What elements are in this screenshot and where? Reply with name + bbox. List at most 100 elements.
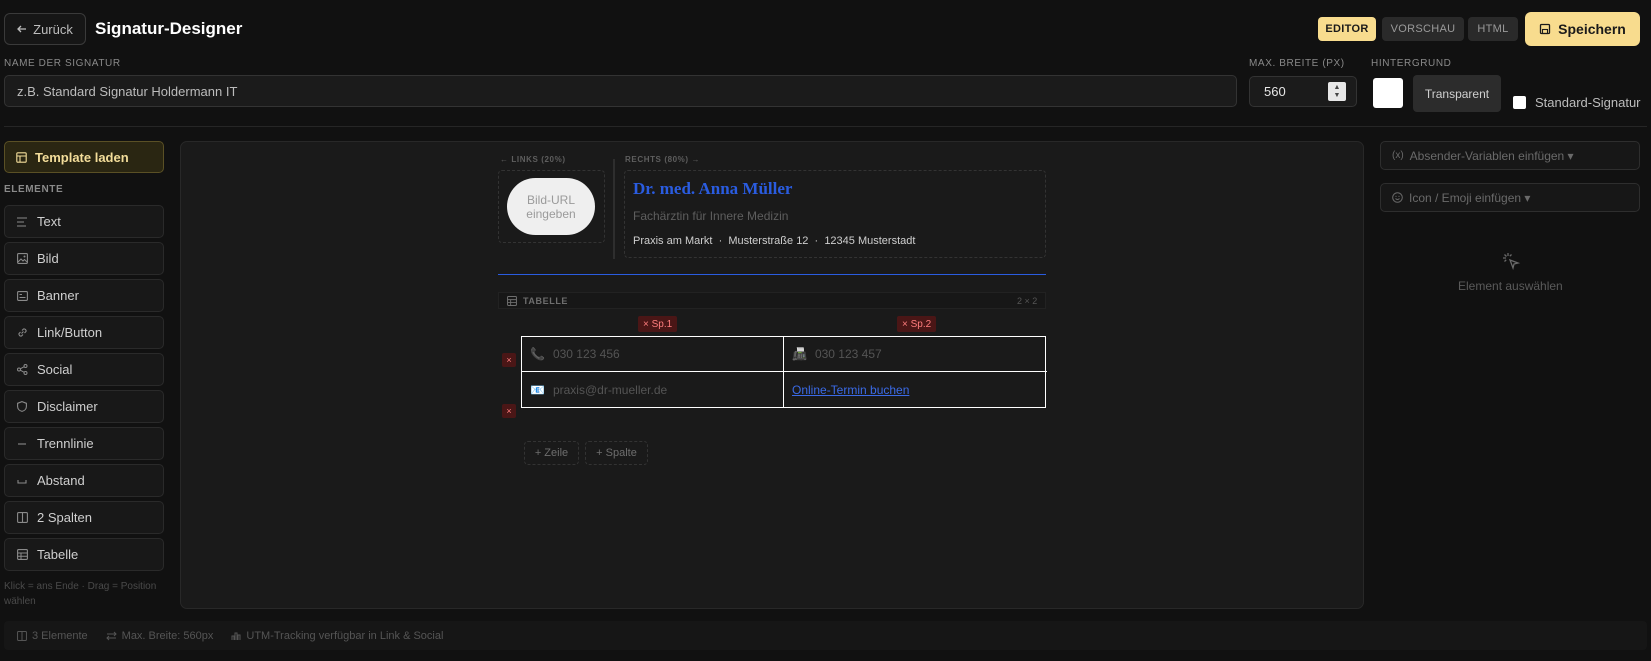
- load-template-label: Template laden: [35, 149, 129, 165]
- element-label: Text: [37, 214, 61, 229]
- arrow-left-icon: [17, 24, 27, 34]
- cursor-click-icon: [1501, 251, 1521, 271]
- element-table[interactable]: Tabelle: [4, 538, 164, 571]
- save-button[interactable]: Speichern: [1525, 12, 1640, 46]
- page-title: Signatur-Designer: [95, 19, 243, 38]
- table-cell[interactable]: Online-Termin buchen: [784, 372, 1047, 407]
- element-label: Social: [37, 362, 73, 377]
- table-block-header[interactable]: TABELLE: [498, 292, 1046, 309]
- tab-preview[interactable]: VORSCHAU: [1382, 17, 1464, 41]
- signature-name[interactable]: Dr. med. Anna Müller: [633, 179, 792, 199]
- element-image[interactable]: Bild: [4, 242, 164, 275]
- table-icon: [507, 295, 517, 306]
- column-separator: [613, 159, 615, 259]
- element-link-button[interactable]: Link/Button: [4, 316, 164, 349]
- link-icon: [16, 327, 28, 339]
- table-icon: [16, 549, 28, 561]
- table-block-label: TABELLE: [523, 295, 569, 306]
- remove-column-2-button[interactable]: × Sp.2: [897, 316, 937, 332]
- share-icon: [16, 364, 28, 376]
- columns-icon: [16, 512, 28, 524]
- phone-icon: 📞: [530, 347, 545, 361]
- default-signature-label: Standard-Signatur: [1535, 95, 1641, 110]
- left-column-label: ← LINKS (20%): [500, 155, 566, 164]
- right-column-label: RECHTS (80%) →: [625, 155, 701, 164]
- element-label: Trennlinie: [37, 436, 94, 451]
- variable-icon: (x): [1392, 150, 1404, 161]
- table-cell[interactable]: 📞 030 123 456: [522, 337, 784, 372]
- elements-heading: ELEMENTE: [4, 184, 64, 195]
- tab-html[interactable]: HTML: [1468, 17, 1518, 41]
- element-spacing[interactable]: Abstand: [4, 464, 164, 497]
- back-button[interactable]: Zurück: [4, 13, 86, 45]
- save-label: Speichern: [1558, 21, 1626, 37]
- cell-text: 030 123 456: [552, 347, 620, 361]
- element-divider[interactable]: Trennlinie: [4, 427, 164, 460]
- smiley-icon: [1392, 192, 1403, 203]
- arrows-horizontal-icon: [105, 631, 117, 641]
- element-disclaimer[interactable]: Disclaimer: [4, 390, 164, 423]
- status-width-text: Max. Breite: 560px: [121, 629, 214, 642]
- remove-column-1-button[interactable]: × Sp.1: [638, 316, 678, 332]
- chevron-up-icon: ▲: [1333, 83, 1341, 91]
- element-two-columns[interactable]: 2 Spalten: [4, 501, 164, 534]
- signature-job-title[interactable]: Fachärztin für Innere Medizin: [633, 209, 788, 223]
- table-dimensions: 2 × 2: [1017, 296, 1038, 306]
- status-width: Max. Breite: 560px: [105, 629, 214, 642]
- load-template-button[interactable]: Template laden: [4, 141, 164, 173]
- back-label: Zurück: [33, 21, 73, 37]
- status-bar: 3 Elemente Max. Breite: 560px UTM-Tracki…: [4, 621, 1647, 650]
- icon-emoji-label: Icon / Emoji einfügen ▾: [1409, 190, 1531, 205]
- element-label: Bild: [37, 251, 59, 266]
- element-label: Disclaimer: [37, 399, 98, 414]
- add-column-button[interactable]: + Spalte: [585, 441, 648, 465]
- remove-row-2-button[interactable]: ×: [502, 404, 516, 418]
- status-utm: UTM-Tracking verfügbar in Link & Social: [231, 630, 443, 642]
- columns-icon: [17, 630, 27, 641]
- transparent-button[interactable]: Transparent: [1413, 75, 1501, 112]
- email-icon: 📧: [530, 382, 545, 397]
- add-row-button[interactable]: + Zeile: [524, 441, 579, 465]
- table-cell[interactable]: 📧 praxis@dr-mueller.de: [522, 372, 784, 407]
- shield-icon: [16, 401, 28, 413]
- save-icon: [1539, 23, 1551, 35]
- element-label: Abstand: [37, 473, 85, 488]
- tab-editor[interactable]: EDITOR: [1318, 17, 1376, 41]
- width-label: MAX. BREITE (PX): [1249, 58, 1345, 69]
- sidebar-hint: Klick = ans Ende · Drag = Position wähle…: [4, 581, 157, 607]
- signature-table: 📞 030 123 456 📠 030 123 457 📧 praxis@dr-…: [521, 336, 1047, 408]
- width-stepper[interactable]: ▲ ▼: [1328, 82, 1346, 101]
- element-label: Banner: [37, 288, 79, 303]
- cell-text: praxis@dr-mueller.de: [552, 382, 668, 397]
- remove-row-1-button[interactable]: ×: [502, 353, 516, 367]
- booking-link[interactable]: Online-Termin buchen: [792, 383, 909, 397]
- fax-icon: 📠: [792, 347, 807, 361]
- sender-variables-dropdown[interactable]: (x) Absender-Variablen einfügen ▾: [1380, 141, 1640, 170]
- default-signature-checkbox[interactable]: [1513, 96, 1526, 109]
- element-label: Tabelle: [37, 547, 79, 562]
- background-label: HINTERGRUND: [1371, 58, 1452, 69]
- spacing-icon: [16, 475, 28, 487]
- signature-address[interactable]: Praxis am Markt · Musterstraße 12 · 1234…: [633, 235, 915, 247]
- image-placeholder[interactable]: Bild-URL eingeben: [507, 178, 595, 235]
- background-color-swatch[interactable]: [1373, 78, 1403, 108]
- table-cell[interactable]: 📠 030 123 457: [784, 337, 1047, 372]
- element-label: 2 Spalten: [37, 510, 92, 525]
- template-icon: [16, 151, 27, 163]
- signature-name-input[interactable]: z.B. Standard Signatur Holdermann IT: [4, 75, 1237, 107]
- empty-state-text: Element auswählen: [1458, 279, 1563, 293]
- sender-variables-label: Absender-Variablen einfügen ▾: [1409, 148, 1574, 163]
- accent-divider[interactable]: [498, 274, 1046, 275]
- minus-icon: [16, 438, 28, 450]
- cell-text: 030 123 457: [814, 347, 882, 361]
- element-banner[interactable]: Banner: [4, 279, 164, 312]
- chevron-down-icon: ▼: [1333, 91, 1341, 99]
- status-utm-text: UTM-Tracking verfügbar in Link & Social: [246, 629, 444, 642]
- chart-icon: [231, 631, 241, 641]
- element-social[interactable]: Social: [4, 353, 164, 386]
- status-elements: 3 Elemente: [17, 630, 88, 642]
- text-icon: [16, 216, 28, 228]
- element-text[interactable]: Text: [4, 205, 164, 238]
- icon-emoji-dropdown[interactable]: Icon / Emoji einfügen ▾: [1380, 183, 1640, 212]
- name-label: NAME DER SIGNATUR: [4, 58, 121, 69]
